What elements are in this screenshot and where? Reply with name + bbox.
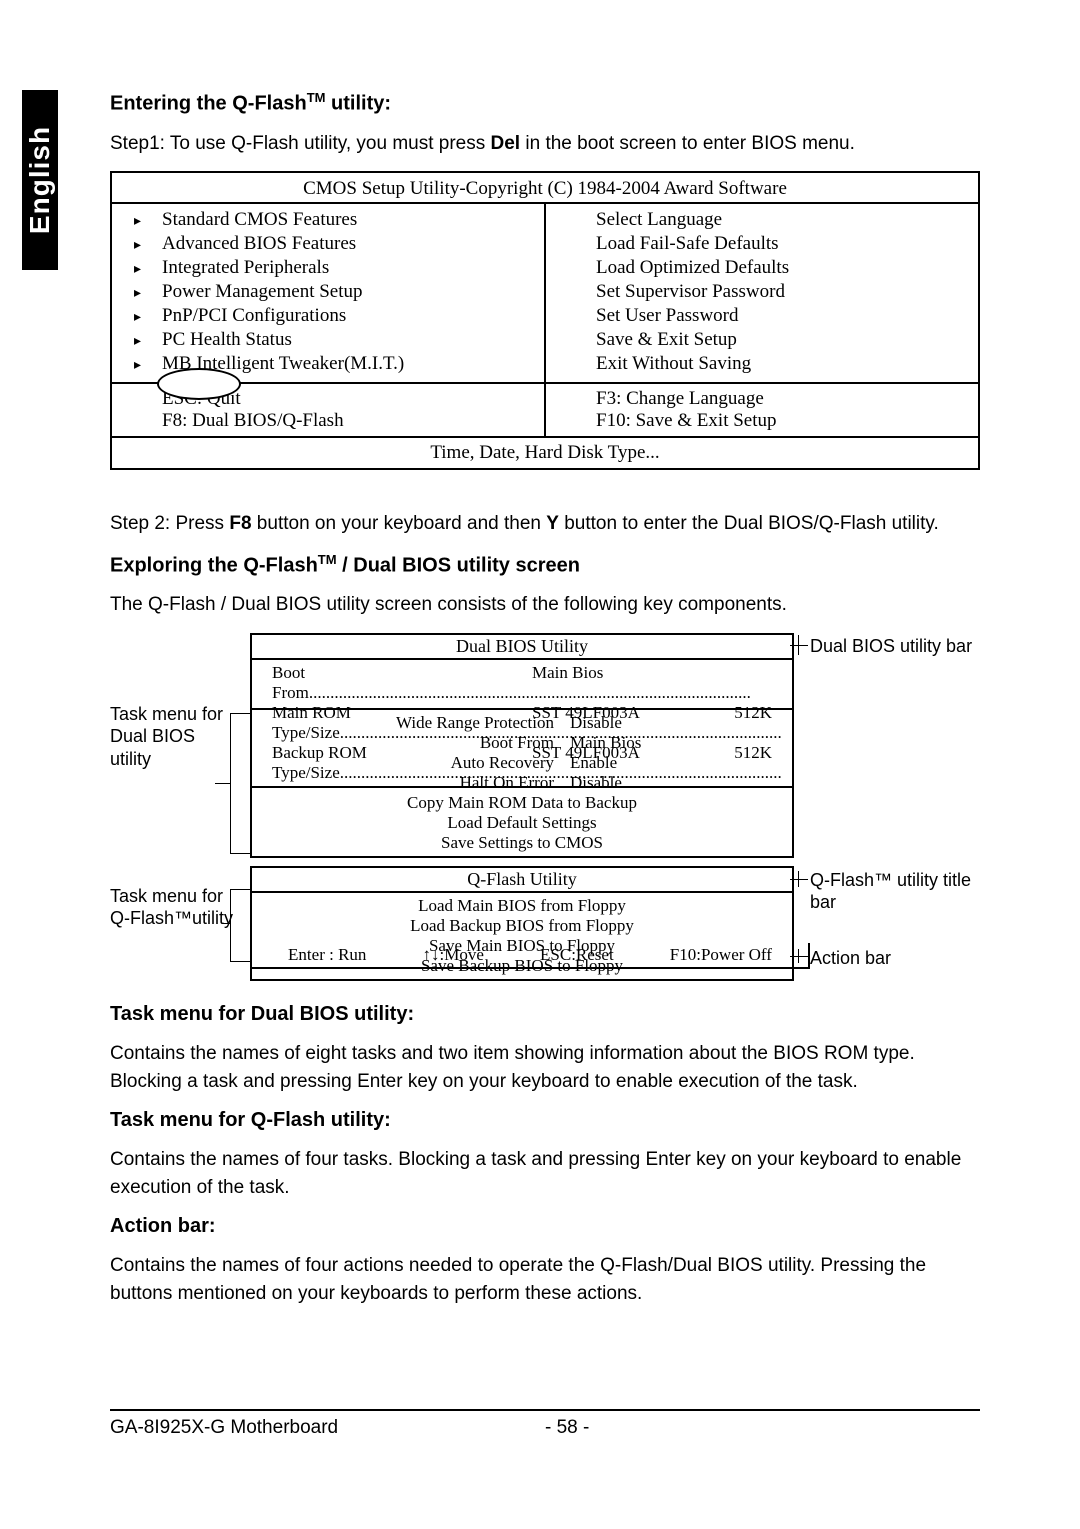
task-item[interactable]: Load Default Settings <box>272 813 772 833</box>
task-item[interactable]: Copy Main ROM Data to Backup <box>272 793 772 813</box>
menu-item[interactable]: Load Optimized Defaults <box>596 256 928 280</box>
step1-text: Step1: To use Q-Flash utility, you must … <box>110 130 980 158</box>
foot-key: F3: Change Language <box>596 388 928 410</box>
leader-line <box>230 713 250 714</box>
task-item[interactable]: Halt On ErrorDisable <box>272 773 772 793</box>
menu-item[interactable]: Integrated Peripherals <box>162 256 494 280</box>
task-item[interactable]: Wide Range ProtectionDisable <box>272 713 772 733</box>
action-item: Enter : Run <box>288 945 366 965</box>
menu-item[interactable]: Set User Password <box>596 304 928 328</box>
menu-item[interactable]: Power Management Setup <box>162 280 494 304</box>
dualbios-title: Dual BIOS Utility <box>252 635 792 658</box>
esc-callout-oval <box>157 368 241 400</box>
section2-heading: Exploring the Q-FlashTM / Dual BIOS util… <box>110 552 980 578</box>
leader-line <box>230 889 231 961</box>
footer-model: GA-8I925X-G Motherboard <box>110 1417 545 1439</box>
leader-line <box>798 871 799 887</box>
cmos-right-menu: Select Language Load Fail-Safe Defaults … <box>546 204 978 382</box>
cmos-left-menu: Standard CMOS Features Advanced BIOS Fea… <box>112 204 546 382</box>
label-dualbios-bar: Dual BIOS utility bar <box>810 635 972 658</box>
action-item: F10:Power Off <box>670 945 772 965</box>
menu-item[interactable]: Save & Exit Setup <box>596 328 928 352</box>
label-dualbios-tasks: Task menu for Dual BIOS utility <box>110 703 240 771</box>
section4-body: Contains the names of four tasks. Blocki… <box>110 1146 980 1201</box>
menu-item[interactable]: Advanced BIOS Features <box>162 232 494 256</box>
task-item[interactable]: Save Settings to CMOS <box>272 833 772 853</box>
section3-body: Contains the names of eight tasks and tw… <box>110 1040 980 1095</box>
leader-line <box>215 783 230 784</box>
task-item[interactable]: Load Main BIOS from Floppy <box>272 896 772 916</box>
menu-item[interactable]: PC Health Status <box>162 328 494 352</box>
cmos-footer-left: ESC: Quit F8: Dual BIOS/Q-Flash <box>112 384 546 436</box>
label-qflash-bar: Q-Flash™ utility title bar <box>810 869 980 914</box>
label-action-bar: Action bar <box>810 947 891 970</box>
f8-key: F8 <box>229 513 251 534</box>
cmos-setup-box: CMOS Setup Utility-Copyright (C) 1984-20… <box>110 171 980 470</box>
leader-line <box>790 956 808 957</box>
dualbios-diagram: Dual BIOS Utility Boot FromMain Bios Mai… <box>110 633 980 973</box>
y-key: Y <box>546 513 559 534</box>
leader-line <box>798 949 799 963</box>
task-item[interactable]: Boot FromMain Bios <box>272 733 772 753</box>
leader-line <box>230 961 250 962</box>
foot-key: F10: Save & Exit Setup <box>596 410 928 432</box>
language-tab: English <box>22 90 58 270</box>
menu-item[interactable]: PnP/PCI Configurations <box>162 304 494 328</box>
menu-item[interactable]: Set Supervisor Password <box>596 280 928 304</box>
task-item[interactable]: Auto RecoveryEnable <box>272 753 772 773</box>
foot-key: F8: Dual BIOS/Q-Flash <box>162 410 494 432</box>
section1-heading: Entering the Q-FlashTM utility: <box>110 90 980 116</box>
leader-line <box>790 645 808 646</box>
del-key: Del <box>491 133 521 154</box>
label-qflash-tasks: Task menu for Q-Flash™utility <box>110 885 240 930</box>
section4-heading: Task menu for Q-Flash utility: <box>110 1109 980 1132</box>
tm-mark: TM <box>307 90 326 105</box>
footer-page-number: - 58 - <box>545 1417 980 1439</box>
leader-line <box>222 923 230 924</box>
leader-line <box>230 713 231 853</box>
tm-mark: TM <box>318 552 337 567</box>
language-tab-label: English <box>24 126 56 234</box>
section2-body: The Q-Flash / Dual BIOS utility screen c… <box>110 591 980 619</box>
menu-item[interactable]: Select Language <box>596 208 928 232</box>
leader-line <box>230 853 250 854</box>
cmos-footer-right: F3: Change Language F10: Save & Exit Set… <box>546 384 978 436</box>
action-bar: Enter : Run ↑↓:Move ESC:Reset F10:Power … <box>250 943 810 969</box>
task-item[interactable]: Load Backup BIOS from Floppy <box>272 916 772 936</box>
step2-text: Step 2: Press F8 button on your keyboard… <box>110 510 980 538</box>
page-footer: GA-8I925X-G Motherboard - 58 - <box>110 1409 980 1439</box>
cmos-title: CMOS Setup Utility-Copyright (C) 1984-20… <box>112 173 978 202</box>
menu-item[interactable]: Exit Without Saving <box>596 352 928 376</box>
action-item: ↑↓:Move <box>423 945 484 965</box>
action-item: ESC:Reset <box>540 945 614 965</box>
menu-item[interactable]: Load Fail-Safe Defaults <box>596 232 928 256</box>
leader-line <box>790 879 808 880</box>
qflash-title: Q-Flash Utility <box>252 866 792 891</box>
section5-body: Contains the names of four actions neede… <box>110 1252 980 1307</box>
leader-line <box>230 889 250 890</box>
section3-heading: Task menu for Dual BIOS utility: <box>110 1003 980 1026</box>
dualbios-tasks: Wide Range ProtectionDisable Boot FromMa… <box>250 708 794 858</box>
menu-item[interactable]: Standard CMOS Features <box>162 208 494 232</box>
section5-heading: Action bar: <box>110 1215 980 1238</box>
page-content: Entering the Q-FlashTM utility: Step1: T… <box>110 90 980 1321</box>
leader-line <box>798 635 799 655</box>
cmos-status: Time, Date, Hard Disk Type... <box>112 438 978 468</box>
